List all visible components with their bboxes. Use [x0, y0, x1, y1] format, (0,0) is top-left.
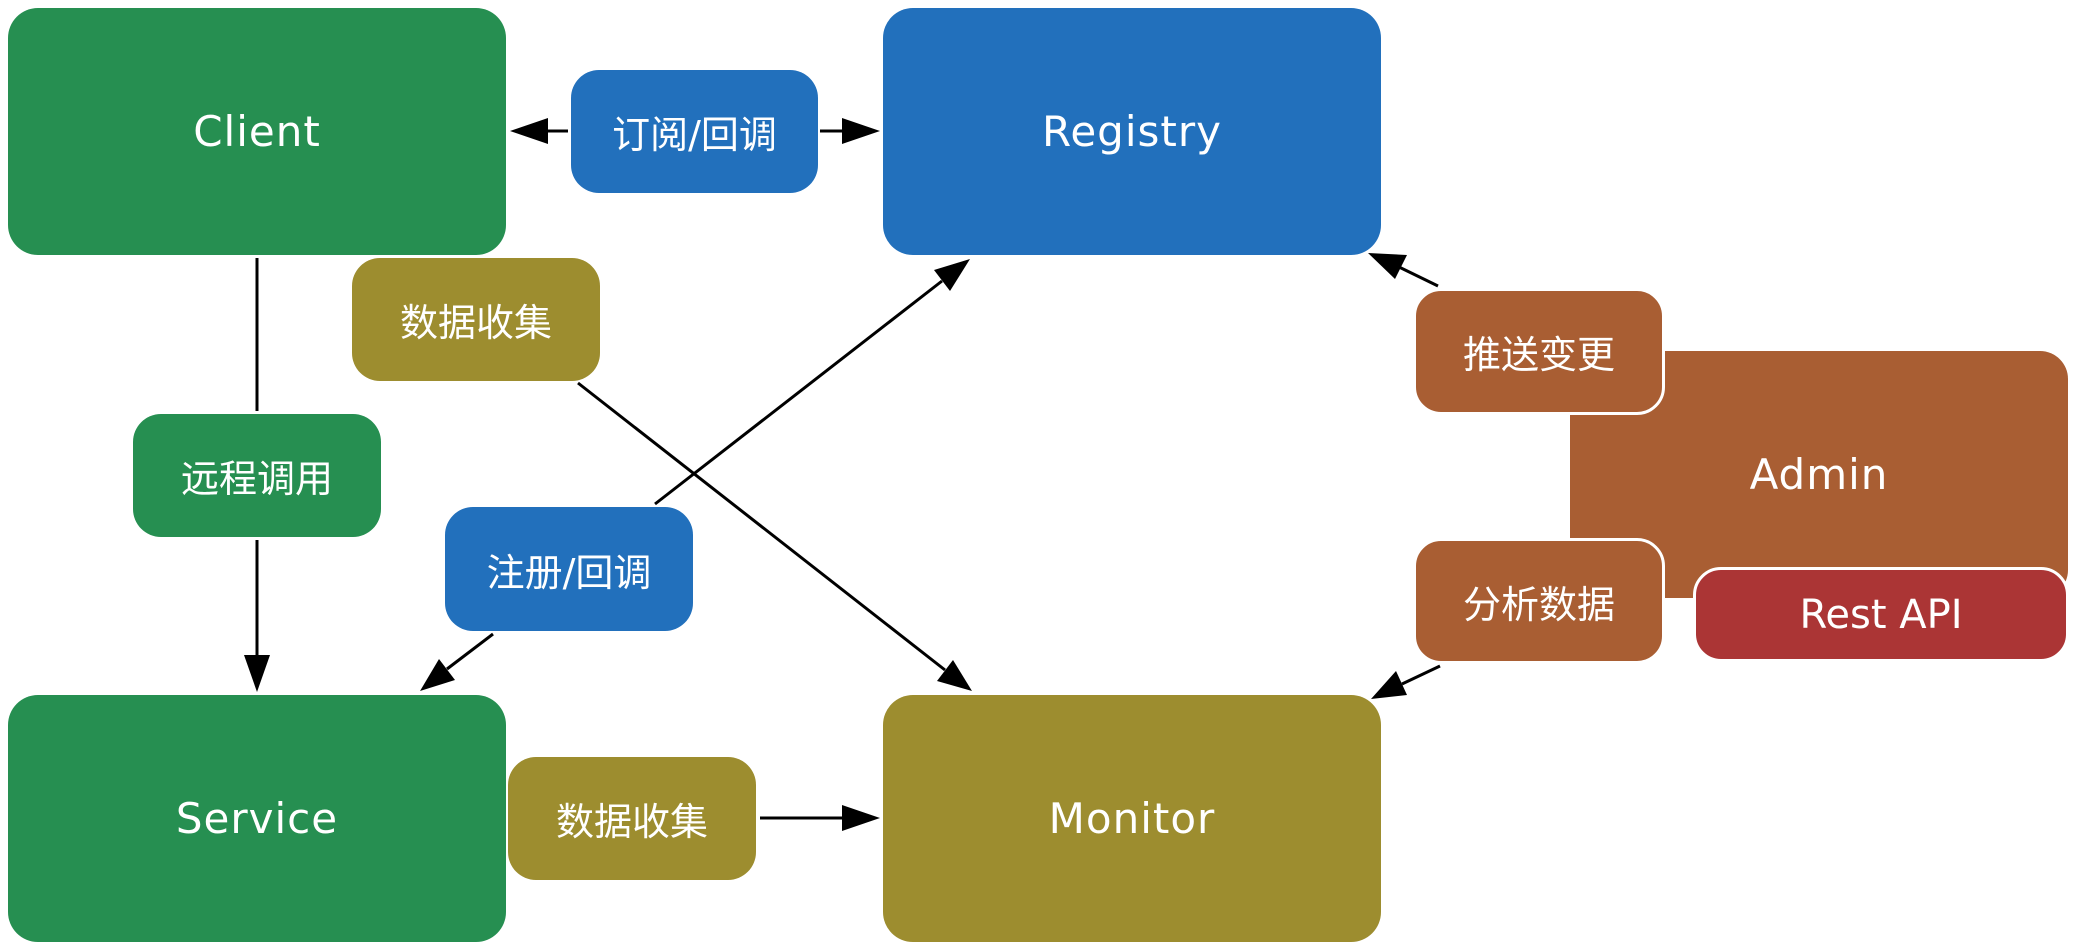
architecture-diagram: Client Registry Service Monitor Admin 订阅…	[0, 0, 2076, 951]
service-node: Service	[8, 695, 506, 942]
arrow-collect-to-monitor-bottom	[760, 805, 880, 831]
arrow-register-to-registry	[654, 259, 970, 506]
client-label: Client	[193, 107, 321, 156]
register-callback-label: 注册/回调	[445, 507, 693, 631]
registry-label: Registry	[1042, 107, 1222, 156]
rest-api-node: Rest API	[1693, 567, 2069, 662]
arrow-push-to-registry	[1368, 253, 1439, 288]
register-callback-text: 注册/回调	[486, 550, 652, 595]
arrow-register-to-service	[420, 632, 494, 691]
data-collect-service-text: 数据收集	[555, 800, 708, 844]
monitor-node: Monitor	[883, 695, 1381, 942]
client-node: Client	[8, 8, 506, 255]
remote-call-label: 远程调用	[133, 414, 381, 537]
arrow-analyze-to-monitor	[1371, 664, 1441, 699]
analyze-data-text: 分析数据	[1462, 582, 1615, 627]
subscribe-callback-label: 订阅/回调	[571, 70, 818, 193]
remote-call-text: 远程调用	[180, 457, 333, 501]
arrow-to-registry	[820, 118, 880, 144]
monitor-label: Monitor	[1048, 794, 1216, 843]
admin-label: Admin	[1749, 450, 1889, 499]
registry-node: Registry	[883, 8, 1381, 255]
push-changes-text: 推送变更	[1462, 333, 1615, 377]
data-collect-service-label: 数据收集	[508, 757, 756, 880]
arrow-to-client	[510, 118, 568, 144]
data-collect-client-label: 数据收集	[352, 258, 600, 381]
push-changes-label: 推送变更	[1413, 288, 1665, 415]
rest-api-text: Rest API	[1799, 591, 1963, 638]
analyze-data-label: 分析数据	[1413, 538, 1665, 664]
service-label: Service	[175, 794, 339, 843]
subscribe-callback-text: 订阅/回调	[612, 113, 777, 157]
data-collect-client-text: 数据收集	[399, 301, 552, 345]
